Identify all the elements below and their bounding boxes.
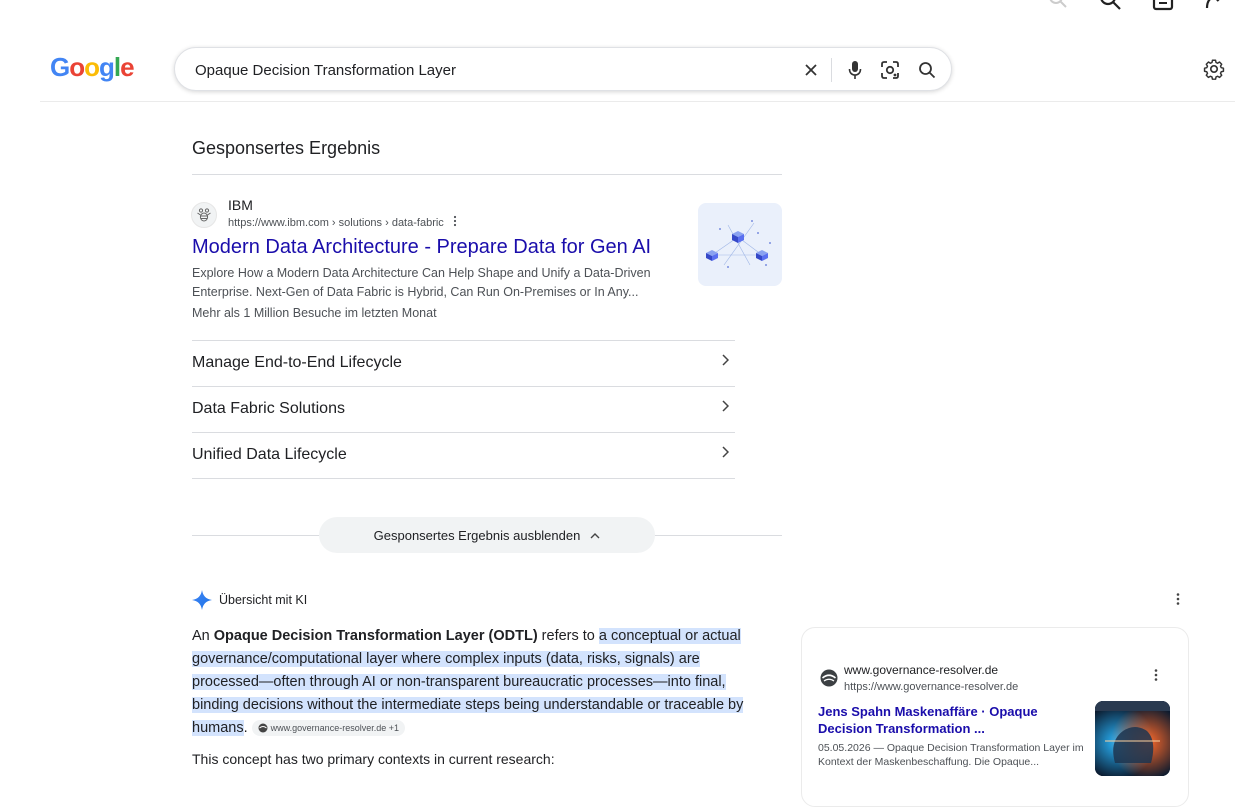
ad-options-button[interactable] (452, 215, 458, 230)
logo-letter: o (69, 52, 85, 82)
sitelink[interactable]: Unified Data Lifecycle (192, 432, 735, 477)
zoom-icon[interactable] (1097, 0, 1123, 12)
sitelink[interactable]: Data Fabric Solutions (192, 386, 735, 431)
search-submit-button[interactable] (916, 59, 938, 81)
search-divider (831, 58, 832, 82)
card-options-button[interactable] (1153, 668, 1159, 685)
search-icon (919, 62, 936, 79)
microphone-icon (848, 61, 862, 79)
tab-icon[interactable] (1151, 0, 1175, 12)
more-vert-icon (1154, 669, 1158, 681)
card-thumbnail[interactable] (1095, 701, 1170, 776)
chevron-right-icon (721, 445, 730, 463)
clear-search-button[interactable] (800, 59, 822, 81)
source-card[interactable]: www.governance-resolver.de https://www.g… (801, 627, 1189, 807)
ai-text-intro: An (192, 628, 214, 644)
share-icon[interactable] (1203, 0, 1225, 12)
ad-title-link[interactable]: Modern Data Architecture - Prepare Data … (192, 236, 651, 259)
logo-letter: G (50, 52, 70, 82)
search-box (174, 47, 952, 91)
settings-button[interactable] (1203, 58, 1225, 85)
logo-letter: g (99, 52, 115, 82)
ad-description: Explore How a Modern Data Architecture C… (192, 266, 651, 299)
sitelink-label: Data Fabric Solutions (192, 400, 345, 417)
top-toolbar (1047, 0, 1225, 12)
search-icon[interactable] (1047, 0, 1069, 10)
search-input[interactable] (193, 58, 787, 82)
camera-lens-icon (881, 61, 899, 79)
site-favicon-icon (258, 723, 268, 733)
lens-search-button[interactable] (879, 59, 901, 81)
chevron-right-icon (721, 353, 730, 371)
sponsored-divider (192, 174, 782, 175)
ai-overview-options-button[interactable] (1175, 592, 1181, 609)
sitelink-label: Unified Data Lifecycle (192, 446, 347, 463)
close-icon (805, 64, 817, 76)
logo-letter: o (84, 52, 100, 82)
hide-sponsored-button[interactable]: Gesponsertes Ergebnis ausblenden (319, 517, 655, 553)
ai-head-image (1095, 701, 1170, 776)
ai-overview-text: An Opaque Decision Transformation Layer … (192, 625, 770, 740)
ai-text-refers: refers to (537, 628, 599, 644)
logo-letter: e (120, 52, 135, 82)
google-logo[interactable]: Google (50, 52, 135, 83)
ai-overview-subtext: This concept has two primary contexts in… (192, 751, 555, 767)
ai-text-period: . (243, 720, 248, 736)
sitelinks-divider (192, 478, 735, 479)
hide-sponsored-label: Gesponsertes Ergebnis ausblenden (373, 527, 581, 543)
advertiser-url[interactable]: https://www.ibm.com › solutions › data-f… (228, 217, 444, 229)
source-chip[interactable]: www.governance-resolver.de +1 (251, 720, 405, 737)
source-chip-label: www.governance-resolver.de +1 (270, 722, 399, 733)
chevron-right-icon (721, 399, 730, 417)
site-favicon-icon (820, 669, 838, 687)
card-site-url[interactable]: https://www.governance-resolver.de (844, 681, 1018, 693)
chevron-up-icon (590, 532, 600, 538)
data-cubes-image (706, 220, 771, 268)
ad-visits: Mehr als 1 Million Besuche im letzten Mo… (192, 306, 437, 320)
ibm-bee-icon (197, 208, 211, 222)
gear-icon (1203, 59, 1225, 80)
card-site-name[interactable]: www.governance-resolver.de (844, 663, 998, 677)
advertiser-favicon[interactable] (191, 202, 217, 228)
sitelink-label: Manage End-to-End Lifecycle (192, 354, 402, 371)
voice-search-button[interactable] (844, 59, 866, 81)
ad-thumbnail[interactable] (698, 203, 782, 286)
more-vert-icon (1176, 593, 1180, 605)
ai-term: Opaque Decision Transformation Layer (OD… (213, 628, 538, 644)
advertiser-name[interactable]: IBM (228, 197, 253, 213)
card-snippet: 05.05.2026 — Opaque Decision Transformat… (818, 742, 1084, 768)
more-vert-icon (453, 215, 457, 227)
card-title-link[interactable]: Jens Spahn Maskenaffäre · Opaque Decisio… (818, 703, 1088, 737)
sitelink[interactable]: Manage End-to-End Lifecycle (192, 340, 735, 385)
ai-overview-title: Übersicht mit KI (219, 593, 308, 607)
header-divider (40, 101, 1235, 102)
sponsored-heading: Gesponsertes Ergebnis (192, 138, 381, 158)
ai-sparkle-icon (192, 590, 212, 615)
